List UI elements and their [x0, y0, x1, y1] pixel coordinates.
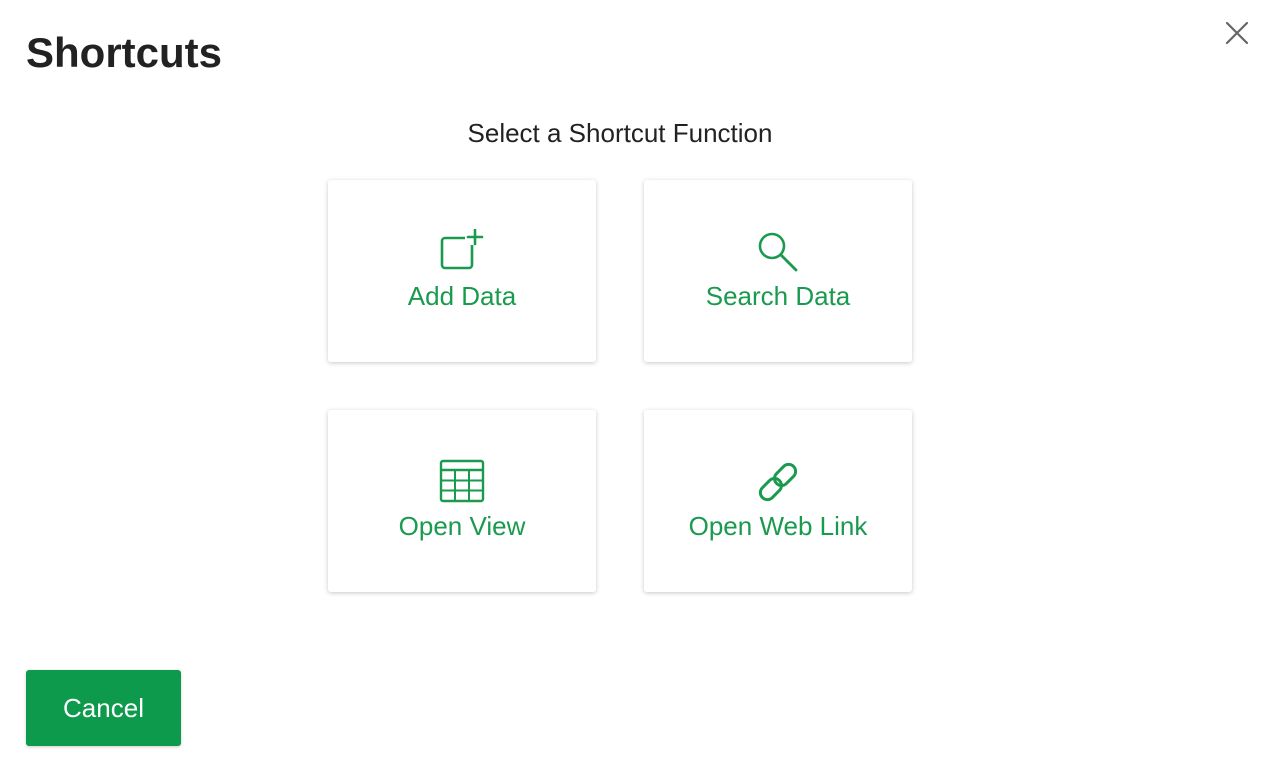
add-data-card[interactable]: Add Data — [328, 180, 596, 362]
dialog-subtitle: Select a Shortcut Function — [467, 118, 773, 148]
dialog-title: Shortcuts — [26, 29, 223, 76]
shortcuts-dialog: Shortcuts Select a Shortcut Function Add… — [0, 0, 1264, 762]
close-button[interactable] — [1218, 14, 1256, 52]
link-icon — [754, 458, 802, 506]
add-data-label: Add Data — [407, 281, 517, 311]
search-data-label: Search Data — [705, 281, 851, 311]
table-grid-icon — [438, 458, 486, 506]
open-view-label: Open View — [398, 511, 526, 541]
open-web-link-label: Open Web Link — [688, 511, 868, 541]
shortcut-grid: Add Data Search Data Open View Open Web … — [328, 180, 912, 592]
cancel-button[interactable]: Cancel — [26, 670, 181, 746]
add-square-icon — [438, 228, 486, 276]
search-icon — [754, 228, 802, 276]
open-view-card[interactable]: Open View — [328, 410, 596, 592]
search-data-card[interactable]: Search Data — [644, 180, 912, 362]
close-icon — [1225, 21, 1249, 45]
open-web-link-card[interactable]: Open Web Link — [644, 410, 912, 592]
